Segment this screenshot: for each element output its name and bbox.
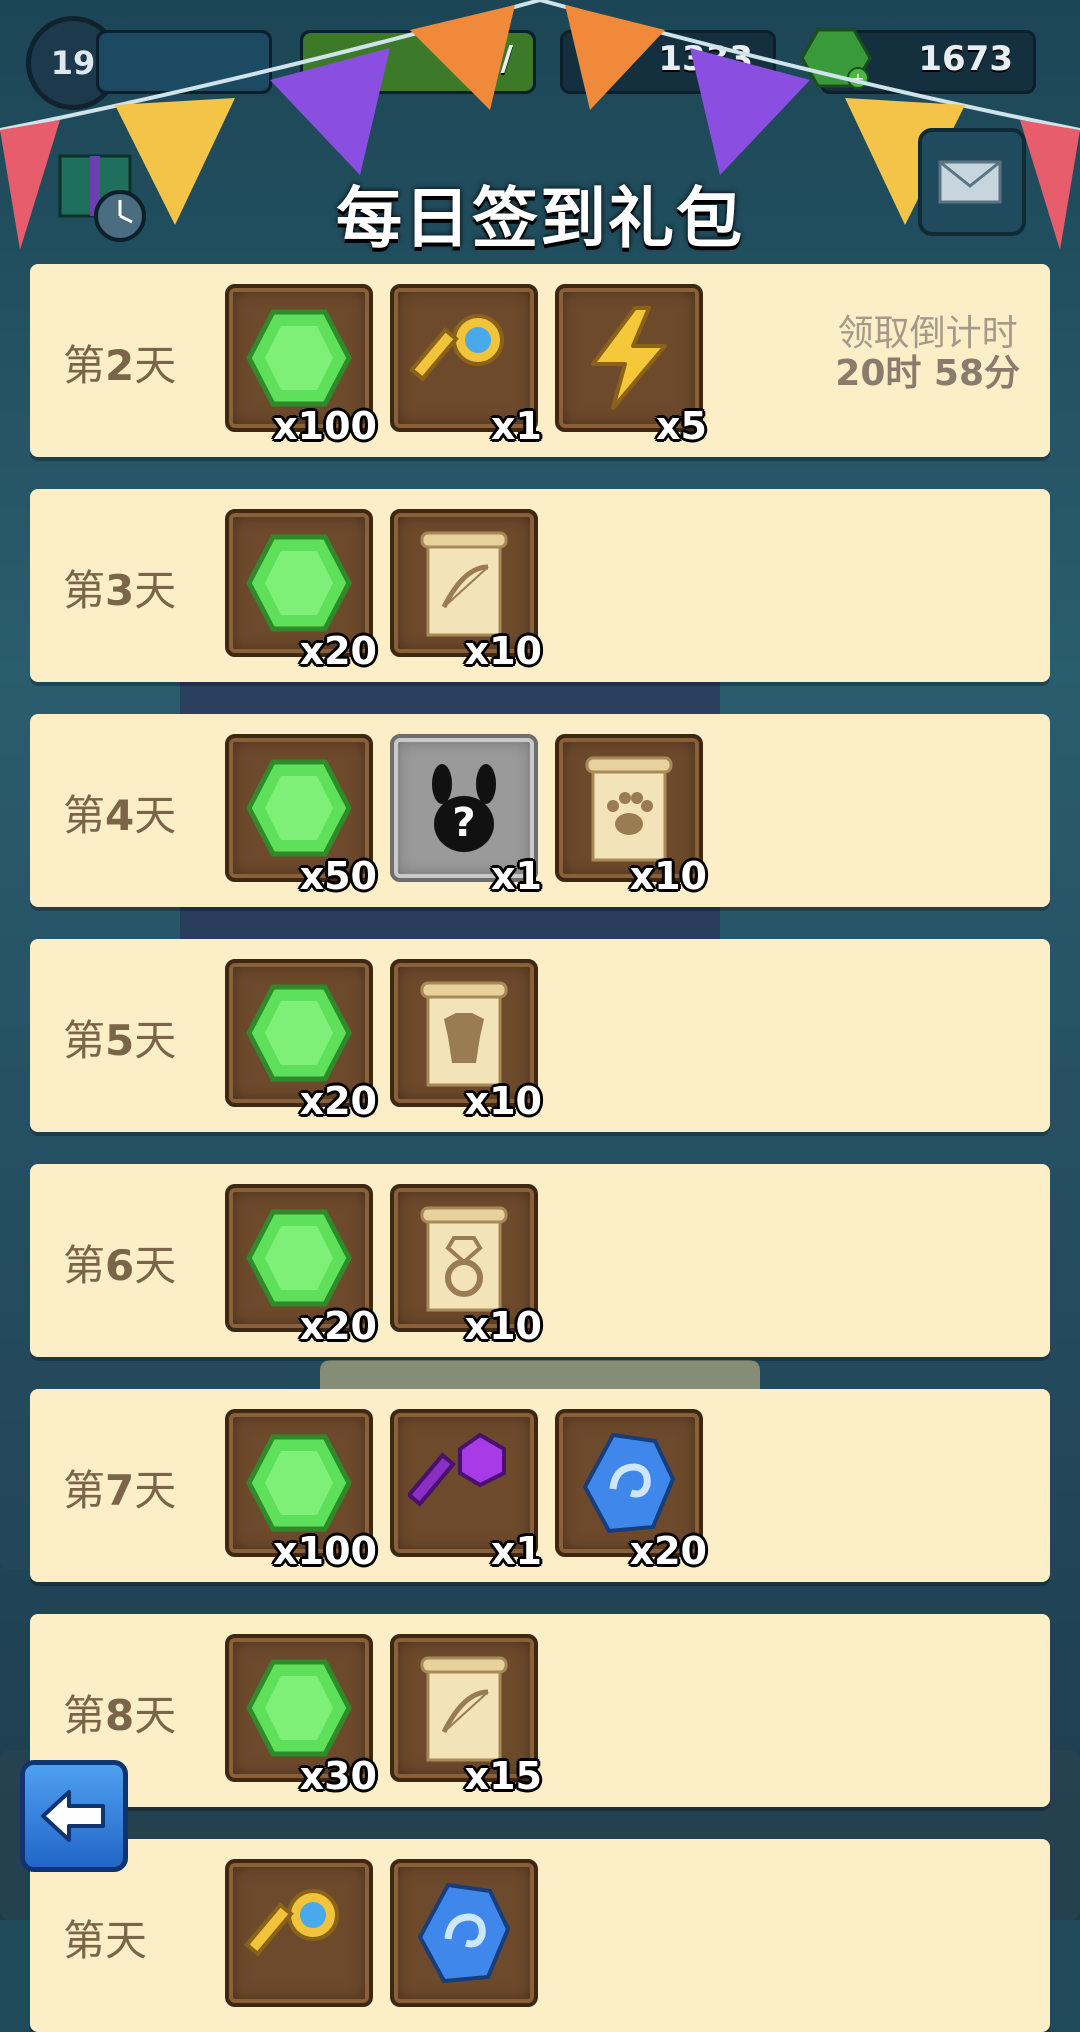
reward-quantity: x50 — [299, 854, 377, 898]
back-button[interactable] — [20, 1760, 128, 1872]
reward-quantity: x10 — [629, 854, 707, 898]
day-label: 第3天 — [63, 557, 176, 618]
reward-item[interactable]: x10 — [555, 734, 707, 898]
reward-item[interactable]: x10 — [390, 1184, 542, 1348]
day-prefix: 第 — [63, 1016, 106, 1065]
day-number: 3 — [105, 566, 135, 615]
day-suffix: 天 — [134, 1466, 177, 1515]
reward-item[interactable]: x10 — [390, 509, 542, 673]
day-prefix: 第 — [63, 1916, 106, 1965]
day-number: 8 — [105, 1691, 135, 1740]
day-prefix: 第 — [63, 341, 106, 390]
day-prefix: 第 — [63, 1466, 106, 1515]
day-suffix: 天 — [134, 1241, 177, 1290]
day-number: 2 — [105, 341, 135, 390]
reward-row: 第7天 x100 x1 x20 — [30, 1389, 1050, 1582]
reward-row: 第天 — [30, 1839, 1050, 2032]
day-label: 第2天 — [63, 332, 176, 393]
arrow-left-icon — [41, 1790, 105, 1842]
day-number: 6 — [105, 1241, 135, 1290]
day-suffix: 天 — [134, 791, 177, 840]
day-number: 5 — [105, 1016, 135, 1065]
reward-item[interactable]: x5 — [555, 284, 707, 448]
day-suffix: 天 — [134, 1691, 177, 1740]
day-suffix: 天 — [134, 341, 177, 390]
reward-quantity: x1 — [491, 854, 542, 898]
day-label: 第8天 — [63, 1682, 176, 1743]
reward-quantity: x20 — [629, 1529, 707, 1573]
reward-quantity: x10 — [464, 1079, 542, 1123]
day-prefix: 第 — [63, 791, 106, 840]
reward-item[interactable]: x10 — [390, 959, 542, 1123]
reward-item[interactable]: x20 — [225, 959, 377, 1123]
reward-quantity: x15 — [464, 1754, 542, 1798]
day-suffix: 天 — [134, 566, 177, 615]
day-number: 4 — [105, 791, 135, 840]
reward-quantity: x100 — [273, 404, 377, 448]
reward-item[interactable]: x50 — [225, 734, 377, 898]
reward-row: 第2天 x100 x1 x5 领取倒计时 20时 58分 — [30, 264, 1050, 457]
reward-item[interactable] — [225, 1859, 373, 2007]
day-suffix: 天 — [134, 1016, 177, 1065]
reward-row: 第4天 x50? x1 x10 — [30, 714, 1050, 907]
reward-quantity: x10 — [464, 629, 542, 673]
day-suffix: 天 — [105, 1916, 148, 1965]
reward-item[interactable]: x30 — [225, 1634, 377, 1798]
reward-item[interactable]: x20 — [555, 1409, 707, 1573]
reward-item[interactable]: x20 — [225, 1184, 377, 1348]
claim-countdown: 领取倒计时 20时 58分 — [835, 314, 1020, 394]
reward-item[interactable]: x100 — [225, 1409, 377, 1573]
reward-item[interactable]: x100 — [225, 284, 377, 448]
reward-row: 第8天 x30 x15 — [30, 1614, 1050, 1807]
reward-quantity: x20 — [299, 629, 377, 673]
reward-item[interactable] — [390, 1859, 538, 2007]
page-title: 每日签到礼包 — [336, 180, 744, 257]
day-label: 第7天 — [63, 1457, 176, 1518]
day-prefix: 第 — [63, 1691, 106, 1740]
reward-quantity: x100 — [273, 1529, 377, 1573]
day-number: 7 — [105, 1466, 135, 1515]
reward-quantity: x1 — [491, 1529, 542, 1573]
day-label: 第4天 — [63, 782, 176, 843]
day-label: 第天 — [63, 1907, 147, 1968]
reward-row: 第5天 x20 x10 — [30, 939, 1050, 1132]
reward-row: 第6天 x20 x10 — [30, 1164, 1050, 1357]
reward-quantity: x10 — [464, 1304, 542, 1348]
day-label: 第6天 — [63, 1232, 176, 1293]
day-prefix: 第 — [63, 566, 106, 615]
day-prefix: 第 — [63, 1241, 106, 1290]
reward-quantity: x1 — [491, 404, 542, 448]
reward-item[interactable]: x15 — [390, 1634, 542, 1798]
day-label: 第5天 — [63, 1007, 176, 1068]
reward-row: 第3天 x20 x10 — [30, 489, 1050, 682]
countdown-time: 20时 58分 — [835, 353, 1020, 394]
reward-quantity: x5 — [656, 404, 707, 448]
reward-quantity: x20 — [299, 1304, 377, 1348]
reward-item[interactable]: ? x1 — [390, 734, 542, 898]
reward-item[interactable]: x1 — [390, 284, 542, 448]
countdown-label: 领取倒计时 — [837, 313, 1018, 354]
svg-text:?: ? — [452, 800, 475, 846]
reward-quantity: x30 — [299, 1754, 377, 1798]
reward-item[interactable]: x20 — [225, 509, 377, 673]
reward-quantity: x20 — [299, 1079, 377, 1123]
reward-item[interactable]: x1 — [390, 1409, 542, 1573]
